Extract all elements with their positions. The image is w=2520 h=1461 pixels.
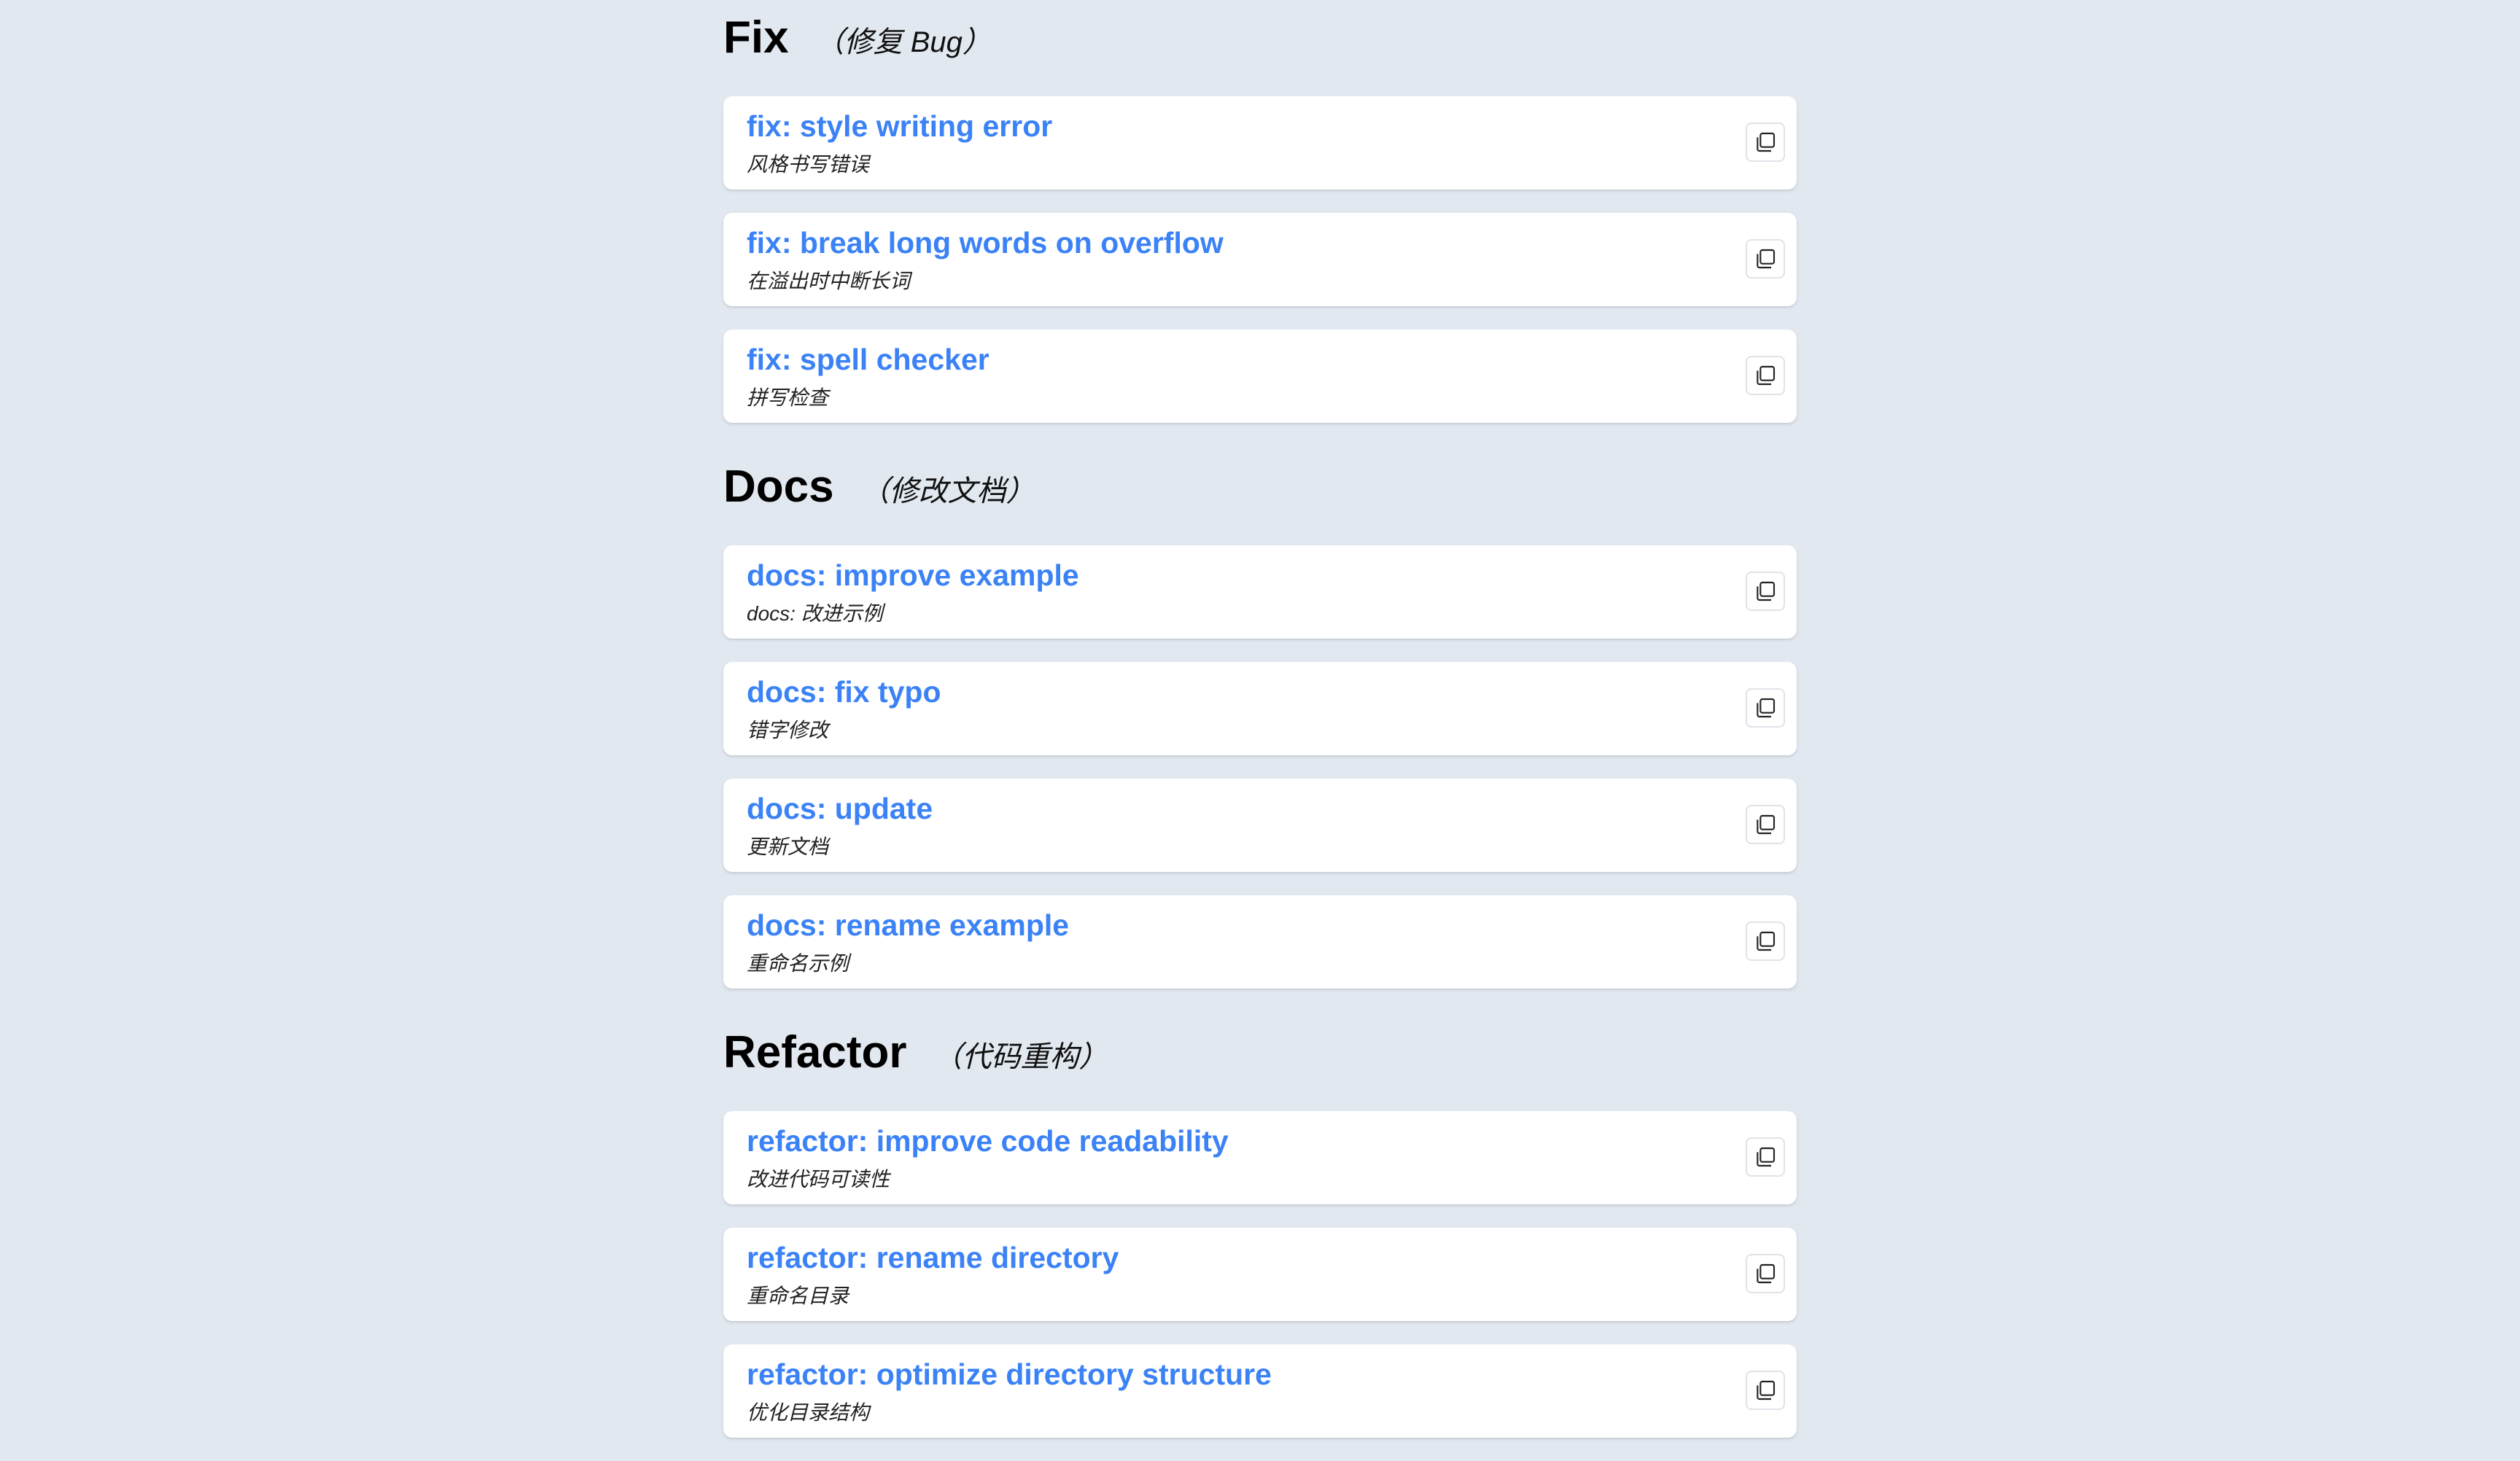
commit-card: refactor: rename directory 重命名目录 [723,1228,1797,1321]
copy-icon [1757,1147,1776,1167]
copy-icon [1757,1380,1776,1400]
section-refactor-header: Refactor （代码重构） [723,1015,1797,1091]
commit-description: 在溢出时中断长词 [747,270,911,292]
copy-button[interactable] [1746,1137,1785,1177]
commit-description: 更新文档 [747,835,829,858]
section-docs-header: Docs （修改文档） [723,449,1797,525]
commit-title: docs: fix typo [747,675,941,709]
copy-icon [1757,581,1776,601]
section-title: Docs [723,461,834,512]
commit-title: docs: improve example [747,558,1079,592]
copy-icon [1757,814,1776,835]
copy-icon [1757,132,1776,152]
commit-title: fix: style writing error [747,109,1053,143]
commit-title: docs: update [747,792,933,825]
commit-title: refactor: optimize directory structure [747,1357,1272,1391]
copy-icon [1757,931,1776,951]
commit-card: docs: update 更新文档 [723,779,1797,872]
section-subtitle: （修改文档） [860,475,1035,507]
commit-card: fix: style writing error 风格书写错误 [723,96,1797,190]
commit-card: refactor: optimize directory structure 优… [723,1344,1797,1438]
copy-button[interactable] [1746,356,1785,395]
copy-button[interactable] [1746,1254,1785,1293]
copy-icon [1757,1263,1776,1284]
commit-card: docs: improve example docs: 改进示例 [723,545,1797,639]
copy-button[interactable] [1746,1371,1785,1410]
section-title: Fix [723,12,789,63]
copy-button[interactable] [1746,239,1785,278]
copy-button[interactable] [1746,688,1785,728]
copy-button[interactable] [1746,922,1785,961]
section-subtitle: （修复 Bug） [814,26,992,58]
section-title: Refactor [723,1027,907,1078]
section-fix-header: Fix （修复 Bug） [723,0,1797,76]
commit-title: refactor: rename directory [747,1241,1119,1274]
commit-card: docs: rename example 重命名示例 [723,895,1797,989]
commit-description: 优化目录结构 [747,1401,870,1424]
commit-card: fix: spell checker 拼写检查 [723,330,1797,423]
commit-card: refactor: improve code readability 改进代码可… [723,1111,1797,1204]
section-subtitle: （代码重构） [933,1041,1108,1073]
commit-description: 错字修改 [747,719,829,741]
commit-description: 拼写检查 [747,386,829,409]
commit-description: 重命名目录 [747,1285,849,1307]
commit-title: refactor: improve code readability [747,1124,1229,1158]
commit-title: docs: rename example [747,908,1070,942]
commit-message-list: Fix （修复 Bug） fix: style writing error 风格… [723,0,1797,1461]
commit-description: 风格书写错误 [747,153,870,176]
copy-icon [1757,698,1776,718]
commit-description: 重命名示例 [747,952,849,975]
commit-card: docs: fix typo 错字修改 [723,662,1797,755]
copy-icon [1757,249,1776,269]
copy-button[interactable] [1746,122,1785,162]
copy-button[interactable] [1746,805,1785,844]
commit-description: docs: 改进示例 [747,602,883,625]
commit-title: fix: break long words on overflow [747,226,1224,260]
copy-button[interactable] [1746,572,1785,611]
commit-title: fix: spell checker [747,343,989,376]
commit-card: fix: break long words on overflow 在溢出时中断… [723,213,1797,306]
copy-icon [1757,365,1776,386]
commit-description: 改进代码可读性 [747,1168,890,1191]
